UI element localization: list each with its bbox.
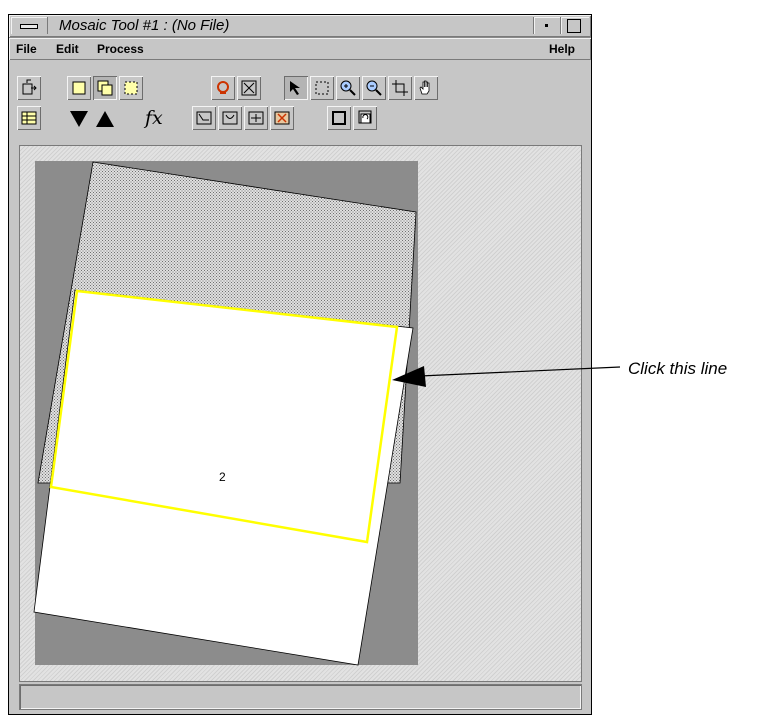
- callout-text: Click this line: [628, 359, 728, 378]
- callout-arrow-line: [419, 366, 621, 377]
- image-label-2: 2: [219, 470, 226, 484]
